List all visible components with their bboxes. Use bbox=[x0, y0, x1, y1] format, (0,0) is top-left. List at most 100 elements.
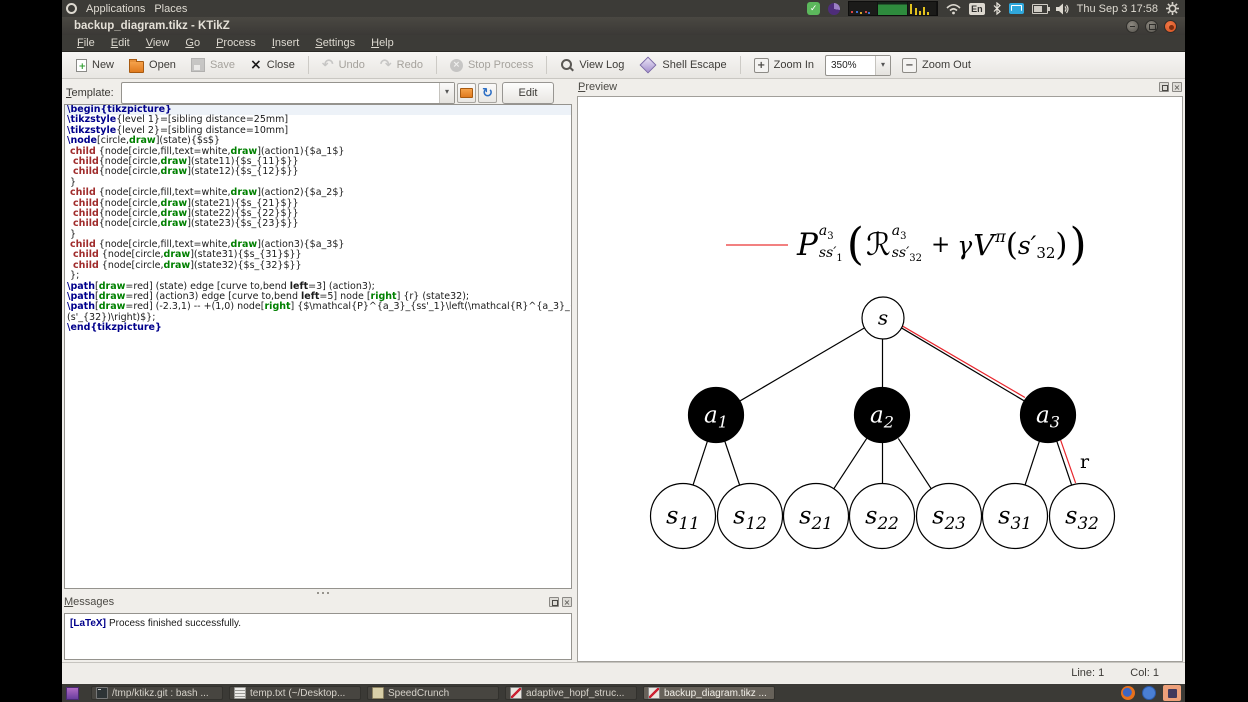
close-button[interactable]: × Close bbox=[244, 57, 301, 74]
code-editor[interactable]: \begin{tikzpicture} \tikzstyle{level 1}=[… bbox=[64, 104, 572, 589]
desktop-tray-icon[interactable] bbox=[1142, 686, 1156, 700]
zoom-level-combo[interactable]: 350% ▾ bbox=[825, 54, 891, 76]
close-window-button[interactable] bbox=[1164, 19, 1177, 33]
menu-insert[interactable]: Insert bbox=[265, 36, 307, 50]
system-tray bbox=[1121, 685, 1181, 701]
message-text: Process finished successfully. bbox=[108, 618, 242, 629]
template-dropdown-arrow-icon[interactable]: ▾ bbox=[439, 83, 454, 103]
redo-button: ↷ Redo bbox=[374, 56, 429, 74]
zoom-dropdown-arrow-icon[interactable]: ▾ bbox=[875, 55, 890, 75]
system-monitor-applet[interactable] bbox=[848, 1, 939, 16]
preview-close-button[interactable]: × bbox=[1172, 82, 1182, 92]
save-button: Save bbox=[185, 56, 241, 74]
messages-close-button[interactable]: × bbox=[562, 597, 572, 607]
menu-help[interactable]: Help bbox=[364, 36, 401, 50]
preview-formula: P a3 ss′1 ( ℛ a3 ss′32 + γ V π ( s′ 32 )… bbox=[726, 220, 1089, 270]
reward-label: r bbox=[1080, 451, 1090, 473]
tree-edge bbox=[897, 438, 932, 489]
shell-escape-button[interactable]: Shell Escape bbox=[633, 55, 732, 75]
taskbar-item-label: temp.txt (~/Desktop... bbox=[250, 687, 346, 699]
tree-edge bbox=[739, 327, 866, 402]
menu-go[interactable]: Go bbox=[178, 36, 207, 50]
places-menu[interactable]: Places bbox=[154, 3, 187, 15]
memory-graph bbox=[878, 2, 908, 15]
formula-s-prime: s′ bbox=[1017, 230, 1037, 260]
tree-edge bbox=[1024, 441, 1040, 485]
taskbar-item[interactable]: backup_diagram.tikz ... bbox=[643, 686, 775, 700]
formula-V: V bbox=[973, 228, 995, 262]
taskbar-item[interactable]: adaptive_hopf_struc... bbox=[505, 686, 637, 700]
menu-file[interactable]: File bbox=[70, 36, 102, 50]
bluetooth-icon[interactable] bbox=[993, 2, 1001, 15]
editor-messages-splitter[interactable] bbox=[64, 590, 572, 595]
code-line: \end{tikzpicture} bbox=[67, 322, 162, 334]
zoom-in-button[interactable]: + Zoom In bbox=[748, 56, 820, 75]
tree-edge bbox=[692, 441, 708, 485]
save-icon bbox=[190, 58, 205, 72]
statusbar: Line: 1 Col: 1 bbox=[62, 662, 1185, 683]
tree-edge bbox=[900, 327, 1025, 402]
distributor-logo-icon[interactable] bbox=[66, 3, 77, 14]
clock[interactable]: Thu Sep 3 17:58 bbox=[1077, 3, 1158, 15]
window-controls bbox=[1126, 19, 1185, 33]
template-edit-button[interactable]: Edit bbox=[502, 82, 554, 104]
cpu-graph bbox=[849, 2, 879, 15]
template-reload-button[interactable]: ↻ bbox=[478, 83, 497, 103]
zoom-level-value: 350% bbox=[831, 59, 857, 71]
zoom-out-button[interactable]: − Zoom Out bbox=[896, 56, 977, 75]
volume-icon[interactable] bbox=[1055, 3, 1069, 15]
preview-panel-header: Preview × bbox=[578, 81, 1182, 93]
session-gear-icon[interactable] bbox=[1166, 2, 1179, 15]
messages-title: Messages bbox=[64, 596, 115, 608]
backup-diagram: sa1 a2 a3s11 s12 s21 s22 s23 s31 s32r bbox=[649, 296, 1116, 550]
battery-icon[interactable] bbox=[1031, 3, 1050, 14]
wifi-icon[interactable] bbox=[946, 3, 961, 15]
formula-red-line bbox=[726, 244, 788, 246]
firefox-icon[interactable] bbox=[1121, 686, 1135, 700]
toolbar-button-label: View Log bbox=[579, 59, 625, 71]
time-tracker-icon[interactable] bbox=[828, 2, 841, 15]
minimize-button[interactable] bbox=[1126, 19, 1139, 33]
formula-gamma: γ bbox=[957, 230, 973, 260]
workspace-switcher-icon[interactable] bbox=[66, 686, 79, 700]
formula-P: P bbox=[797, 226, 818, 263]
formula-P-indices: a3 ss′1 bbox=[819, 224, 843, 264]
taskbar-item[interactable]: temp.txt (~/Desktop... bbox=[229, 686, 361, 700]
menu-process[interactable]: Process bbox=[209, 36, 263, 50]
menu-edit[interactable]: Edit bbox=[104, 36, 137, 50]
taskbar-item-label: adaptive_hopf_struc... bbox=[526, 687, 625, 699]
template-open-button[interactable] bbox=[457, 83, 476, 103]
taskbar-item[interactable]: /tmp/ktikz.git : bash ... bbox=[91, 686, 223, 700]
new-button[interactable]: + New bbox=[70, 57, 120, 74]
formula-R-sup-sub: 3 bbox=[900, 231, 907, 242]
tree-edge bbox=[833, 438, 868, 489]
view-log-button[interactable]: View Log bbox=[554, 56, 630, 74]
toolbar-separator bbox=[546, 56, 548, 74]
preview-float-button[interactable] bbox=[1159, 82, 1169, 92]
taskbar-item[interactable]: SpeedCrunch bbox=[367, 686, 499, 700]
active-app-tray-icon[interactable] bbox=[1163, 685, 1181, 701]
undo-button: ↶ Undo bbox=[316, 56, 371, 74]
menu-settings[interactable]: Settings bbox=[308, 36, 362, 50]
mail-icon[interactable] bbox=[1008, 3, 1024, 14]
formula-R-sub: ss′ bbox=[891, 245, 910, 261]
applications-menu[interactable]: Applications bbox=[86, 3, 145, 15]
formula-R-indices: a3 ss′32 bbox=[891, 224, 922, 264]
formula-R-sub-sub: 32 bbox=[909, 252, 922, 264]
desktop-screen: Applications Places ✓ En Thu Sep 3 17:58… bbox=[62, 0, 1185, 702]
toolbar-button-label: Open bbox=[149, 59, 176, 71]
code-line: child{node[circle,draw](state23){$s_{23}… bbox=[73, 218, 299, 230]
template-combobox[interactable]: ▾ bbox=[121, 82, 455, 104]
messages-float-button[interactable] bbox=[549, 597, 559, 607]
zoomin-icon: + bbox=[753, 57, 769, 73]
formula-R: ℛ bbox=[865, 226, 891, 263]
menu-view[interactable]: View bbox=[139, 36, 177, 50]
backup-path-edge bbox=[899, 323, 1026, 399]
toolbar-button-label: Zoom In bbox=[773, 59, 814, 71]
open-button[interactable]: Open bbox=[123, 56, 182, 75]
maximize-button[interactable] bbox=[1145, 19, 1158, 33]
backup-status-icon[interactable]: ✓ bbox=[807, 2, 821, 15]
toolbar-button-label: Stop Process bbox=[467, 59, 534, 71]
messages-panel-header: Messages × bbox=[64, 596, 572, 608]
keyboard-layout-indicator[interactable]: En bbox=[969, 2, 985, 15]
